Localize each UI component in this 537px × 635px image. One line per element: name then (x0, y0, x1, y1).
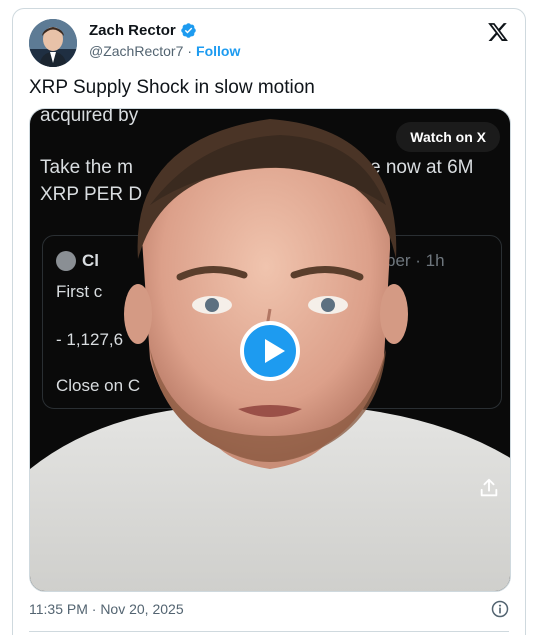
verified-badge-icon (180, 23, 196, 38)
avatar[interactable] (29, 19, 77, 67)
tweet-text: XRP Supply Shock in slow motion (29, 77, 315, 98)
follow-button[interactable]: Follow (196, 43, 240, 59)
author-handle[interactable]: @ZachRector7 (89, 43, 183, 59)
play-button[interactable] (240, 321, 300, 381)
video-player[interactable]: acquired by Take the m e now at 6M XRP P… (29, 108, 511, 592)
author-name[interactable]: Zach Rector (89, 22, 176, 39)
x-logo-icon[interactable] (487, 21, 509, 43)
avatar-image (29, 19, 77, 67)
timestamp[interactable]: 11:35 PM · Nov 20, 2025 (29, 601, 184, 617)
footer-divider (29, 631, 509, 632)
separator-dot: · (187, 43, 193, 59)
tweet-card[interactable]: Zach Rector @ZachRector7 · Follow XRP Su… (12, 8, 526, 635)
watch-on-x-button[interactable]: Watch on X (396, 122, 500, 152)
info-icon[interactable] (491, 600, 509, 618)
share-icon[interactable] (478, 477, 500, 499)
